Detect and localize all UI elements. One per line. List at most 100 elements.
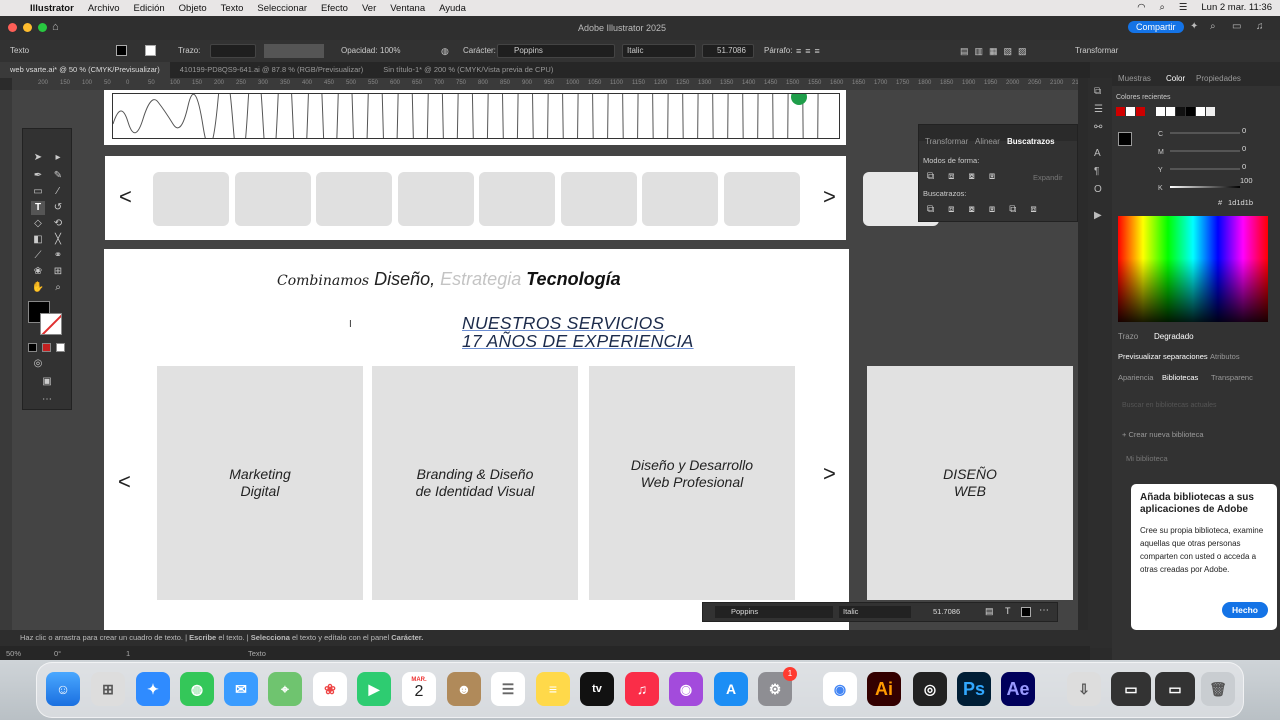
notes-icon[interactable]: ≡ — [536, 672, 570, 706]
tab-buscatrazos[interactable]: Buscatrazos — [1007, 137, 1055, 146]
zoom-tool-icon[interactable]: ⌕ — [51, 281, 65, 295]
recent-swatch[interactable] — [1116, 107, 1125, 116]
transform-link[interactable]: Transformar — [1075, 46, 1118, 55]
service-card-marketing[interactable]: Marketing Digital — [157, 366, 363, 600]
exclude-icon[interactable]: ⧆ — [989, 171, 995, 182]
recent-window-thumb[interactable]: ▭ — [1111, 672, 1151, 706]
carousel-slot[interactable] — [724, 172, 800, 226]
type-tool-icon[interactable]: T — [31, 201, 45, 215]
launchpad-icon[interactable]: ⊞ — [91, 672, 125, 706]
fill-swatch[interactable] — [116, 45, 127, 56]
menu-edicion[interactable]: Edición — [134, 3, 165, 14]
service-card-web-dev[interactable]: Diseño y Desarrollo Web Profesional — [589, 366, 795, 600]
tab-web-vsarte[interactable]: web vsarte.ai* @ 50 % (CMYK/Previsualiza… — [0, 62, 170, 78]
minimize-window-button[interactable] — [23, 23, 32, 32]
brush-tool-icon[interactable]: ⁄ — [51, 185, 65, 199]
y-value[interactable]: 0 — [1242, 162, 1246, 171]
more-tools-icon[interactable]: ⋯ — [40, 393, 54, 407]
music-icon[interactable]: ♫ — [625, 672, 659, 706]
unite-icon[interactable]: ⧉ — [927, 171, 934, 182]
service-card-branding[interactable]: Branding & Diseño de Identidad Visual — [372, 366, 578, 600]
logo-carousel-artboard[interactable]: < > — [105, 156, 846, 240]
create-library-link[interactable]: + Crear nueva biblioteca — [1122, 430, 1204, 439]
recent-swatch[interactable] — [1206, 107, 1215, 116]
tab-apariencia[interactable]: Apariencia — [1118, 373, 1153, 382]
facetime-icon[interactable]: ▶ — [357, 672, 391, 706]
crop-icon[interactable]: ⧆ — [989, 204, 995, 215]
tab-color[interactable]: Color — [1166, 74, 1185, 83]
color-spectrum[interactable] — [1118, 216, 1268, 322]
workspace-icon[interactable]: ▭ — [1232, 21, 1241, 32]
k-slider[interactable] — [1170, 186, 1240, 188]
light-icon[interactable]: ✦ — [1190, 21, 1198, 32]
menu-ventana[interactable]: Ventana — [390, 3, 425, 14]
recent-window-thumb[interactable]: ▭ — [1155, 672, 1195, 706]
status-mode[interactable]: Texto — [248, 649, 266, 658]
hand-tool-icon[interactable]: ✋ — [31, 281, 45, 295]
header-artboard[interactable] — [104, 90, 846, 145]
menu-texto[interactable]: Texto — [221, 3, 244, 14]
carousel-prev-icon[interactable]: < — [119, 184, 132, 210]
contacts-icon[interactable]: ☻ — [447, 672, 481, 706]
tab-trazo[interactable]: Trazo — [1118, 332, 1138, 341]
menu-ayuda[interactable]: Ayuda — [439, 3, 466, 14]
merge-icon[interactable]: ⧇ — [969, 204, 975, 215]
direct-selection-tool-icon[interactable]: ▸ — [51, 151, 65, 165]
services-artboard[interactable]: Combinamos Diseño, Estrategia Tecnología… — [104, 249, 849, 630]
opacity-value[interactable]: 100% — [380, 46, 400, 55]
recent-swatch[interactable] — [1186, 107, 1195, 116]
carousel-slot[interactable] — [316, 172, 392, 226]
expand-button[interactable]: Expandir — [1033, 173, 1063, 182]
reminders-icon[interactable]: ☰ — [491, 672, 525, 706]
tab-410199[interactable]: 410199-PD8QS9-641.ai @ 87.8 % (RGB/Previ… — [170, 62, 374, 78]
rotation-select[interactable]: 0° — [54, 649, 61, 658]
y-slider[interactable] — [1170, 168, 1240, 170]
ctx-font-field[interactable]: Poppins — [715, 606, 833, 618]
carousel-slot[interactable] — [235, 172, 311, 226]
symbol-tool-icon[interactable]: ❀ — [31, 265, 45, 279]
opentype-icon[interactable]: O — [1094, 184, 1102, 195]
paragraph-icon[interactable]: ¶ — [1094, 166, 1099, 177]
carousel-slot[interactable] — [561, 172, 637, 226]
tab-transformar[interactable]: Transformar — [925, 137, 968, 146]
trash-icon[interactable]: 🗑 — [1201, 672, 1235, 706]
outline-icon[interactable]: ⧉ — [1009, 204, 1016, 215]
bell-icon[interactable]: ♫ — [1256, 21, 1264, 32]
gradient-tool-icon[interactable]: ◧ — [31, 233, 45, 247]
stroke-color-box[interactable] — [40, 313, 62, 335]
obs-icon[interactable]: ◎ — [913, 672, 947, 706]
recent-swatch[interactable] — [1176, 107, 1185, 116]
maps-icon[interactable]: ⌖ — [268, 672, 302, 706]
artboard-tool-icon[interactable]: ⊞ — [51, 265, 65, 279]
recent-swatch[interactable] — [1166, 107, 1175, 116]
illustrator-icon[interactable]: Ai — [867, 672, 901, 706]
downloads-folder-icon[interactable]: ⇩ — [1067, 672, 1101, 706]
recent-swatch[interactable] — [1146, 107, 1155, 116]
home-icon[interactable]: ⌂ — [52, 21, 59, 33]
ctx-fill-swatch[interactable] — [1021, 607, 1031, 617]
library-search[interactable]: Buscar en bibliotecas actuales — [1122, 402, 1217, 409]
gradient-mode-icon[interactable] — [42, 343, 51, 352]
services-next-icon[interactable]: > — [823, 461, 836, 487]
recent-swatch[interactable] — [1136, 107, 1145, 116]
chrome-icon[interactable]: ◉ — [823, 672, 857, 706]
rectangle-tool-icon[interactable]: ▭ — [31, 185, 45, 199]
c-value[interactable]: 0 — [1242, 126, 1246, 135]
font-family-field[interactable]: Poppins — [497, 44, 615, 58]
share-button[interactable]: Compartir — [1128, 21, 1184, 33]
services-heading[interactable]: NUESTROS SERVICIOS 17 AÑOS DE EXPERIENCI… — [462, 314, 694, 350]
font-size-field[interactable]: 51.7086 — [702, 44, 754, 58]
minus-front-icon[interactable]: ⧈ — [948, 171, 954, 182]
ctx-more-icon[interactable]: ⋯ — [1039, 605, 1049, 616]
draw-mode-icon[interactable]: ◎ — [31, 357, 45, 371]
calendar-icon[interactable]: MAR. 2 — [402, 672, 436, 706]
menu-objeto[interactable]: Objeto — [179, 3, 207, 14]
tab-propiedades[interactable]: Propiedades — [1196, 74, 1241, 83]
tab-transparencia[interactable]: Transparenc — [1211, 373, 1253, 382]
messages-icon[interactable]: ◍ — [180, 672, 214, 706]
menu-archivo[interactable]: Archivo — [88, 3, 120, 14]
tab-degradado[interactable]: Degradado — [1154, 332, 1194, 341]
close-window-button[interactable] — [8, 23, 17, 32]
actions-icon[interactable]: ▶ — [1094, 210, 1102, 221]
c-slider[interactable] — [1170, 132, 1240, 134]
